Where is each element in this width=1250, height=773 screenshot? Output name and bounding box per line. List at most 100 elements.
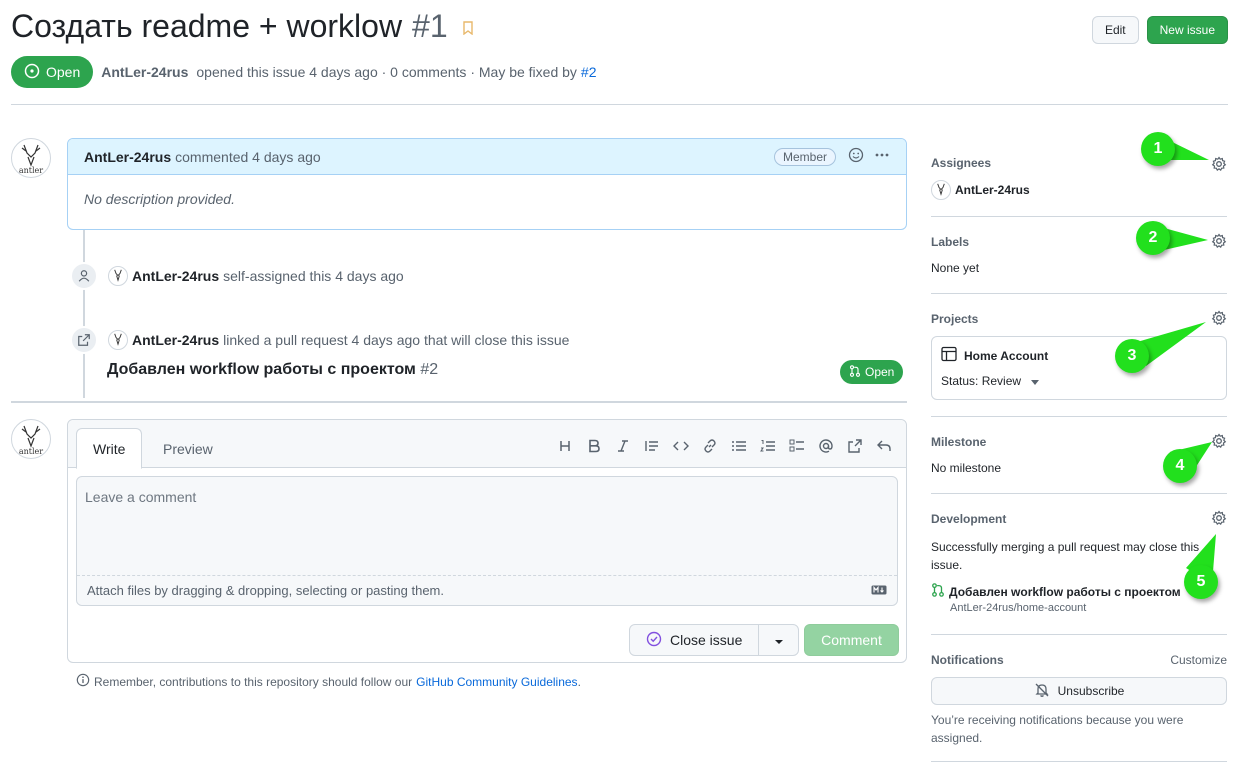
- bold-icon[interactable]: [585, 437, 602, 454]
- community-guidelines-link[interactable]: GitHub Community Guidelines: [416, 675, 577, 689]
- projects-title: Projects: [931, 312, 979, 326]
- issue-title-row: Создать readme + worklow #1: [11, 8, 474, 45]
- smiley-icon[interactable]: [848, 147, 864, 166]
- state-badge: Open: [11, 56, 94, 88]
- pr-open-badge: Open: [840, 360, 904, 384]
- event-author[interactable]: AntLer-24rus: [132, 268, 219, 284]
- avatar: [931, 180, 951, 200]
- timeline-assigned-event: AntLer-24rus self-assigned this 4 days a…: [70, 262, 404, 290]
- sidebar-divider: [931, 634, 1227, 635]
- pull-request-icon: [931, 583, 945, 600]
- sidebar-divider: [931, 761, 1227, 762]
- unsubscribe-label: Unsubscribe: [1057, 684, 1125, 698]
- new-issue-button[interactable]: New issue: [1146, 16, 1228, 44]
- project-status: Status: Review: [941, 374, 1022, 388]
- close-issue-dropdown[interactable]: [759, 632, 798, 648]
- contribution-notice-text: Remember, contributions to this reposito…: [94, 674, 413, 689]
- svg-text:antler: antler: [19, 166, 43, 175]
- sidebar-divider: [931, 293, 1227, 294]
- contribution-notice: Remember, contributions to this reposito…: [76, 673, 581, 690]
- task-list-icon[interactable]: [788, 437, 805, 454]
- milestone-gear-icon[interactable]: [1211, 433, 1227, 449]
- sidebar-divider: [931, 216, 1227, 217]
- issue-title: Создать readme + worklow #1: [11, 8, 448, 44]
- tab-preview[interactable]: Preview: [147, 428, 229, 469]
- projects-gear-icon[interactable]: [1211, 310, 1227, 326]
- heading-icon[interactable]: [556, 437, 573, 454]
- caret-down-icon: [1031, 374, 1040, 388]
- issue-meta: Open AntLer-24rus opened this issue 4 da…: [11, 56, 597, 88]
- notification-reason: You’re receiving notifications because y…: [931, 713, 1184, 745]
- header-divider: [11, 104, 1228, 105]
- assignees-title: Assignees: [931, 156, 992, 170]
- avatar[interactable]: [108, 266, 128, 286]
- attach-files-area[interactable]: Attach files by dragging & dropping, sel…: [77, 575, 897, 605]
- linked-pr-title[interactable]: Добавлен workflow работы с проектом #2: [107, 361, 438, 379]
- quote-icon[interactable]: [643, 437, 660, 454]
- reference-icon[interactable]: [846, 437, 863, 454]
- comment-placeholder: Leave a comment: [85, 489, 197, 505]
- comment-editor: Write Preview Leave a comment Attach fil…: [67, 419, 907, 663]
- member-badge: Member: [773, 147, 836, 166]
- linked-pr-number[interactable]: #2: [420, 361, 438, 378]
- close-issue-button[interactable]: Close issue: [630, 625, 760, 655]
- notice-period: .: [577, 674, 581, 689]
- issue-author[interactable]: AntLer-24rus: [101, 64, 188, 80]
- avatar[interactable]: [108, 330, 128, 350]
- comment-button[interactable]: Comment: [804, 624, 899, 656]
- bell-slash-icon: [1034, 682, 1050, 701]
- pull-request-icon: [849, 364, 861, 380]
- markdown-icon: [871, 583, 887, 598]
- comment-body: No description provided.: [84, 191, 235, 207]
- development-repo[interactable]: AntLer-24rus/home-account: [950, 602, 1246, 614]
- avatar[interactable]: antler: [11, 419, 51, 459]
- tab-write[interactable]: Write: [76, 428, 143, 469]
- issue-comment: AntLer-24rus commented 4 days ago Member…: [67, 138, 907, 230]
- caret-down-icon: [774, 632, 784, 648]
- assignee-name: AntLer-24rus: [955, 183, 1030, 197]
- assignees-gear-icon[interactable]: [1211, 156, 1227, 172]
- markdown-toolbar: [556, 437, 892, 454]
- link-icon[interactable]: [701, 437, 718, 454]
- italic-icon[interactable]: [614, 437, 631, 454]
- annotation-marker-5: 5: [1184, 565, 1218, 599]
- reply-icon[interactable]: [875, 437, 892, 454]
- fixed-by-link[interactable]: #2: [581, 64, 597, 80]
- development-pr[interactable]: Добавлен workflow работы с проектом: [931, 583, 1227, 600]
- edit-button[interactable]: Edit: [1091, 16, 1139, 44]
- avatar[interactable]: antler: [11, 138, 51, 178]
- development-text: Successfully merging a pull request may …: [931, 540, 1200, 572]
- comment-action: commented 4 days ago: [175, 148, 321, 165]
- annotation-marker-2: 2: [1136, 221, 1170, 255]
- comment-author[interactable]: AntLer-24rus: [84, 149, 171, 165]
- info-icon: [76, 673, 90, 690]
- event-author[interactable]: AntLer-24rus: [132, 332, 219, 348]
- sidebar-divider: [931, 416, 1227, 417]
- bookmark-icon[interactable]: [462, 21, 474, 38]
- header-actions: Edit New issue: [1091, 16, 1228, 44]
- assignee-item[interactable]: AntLer-24rus: [931, 180, 1227, 200]
- comment-textarea[interactable]: Leave a comment Attach files by dragging…: [76, 476, 898, 606]
- project-status-field[interactable]: Status: Review: [941, 374, 1040, 388]
- code-icon[interactable]: [672, 437, 689, 454]
- attach-files-text: Attach files by dragging & dropping, sel…: [87, 583, 444, 598]
- customize-link[interactable]: Customize: [931, 653, 1227, 667]
- kebab-menu-icon[interactable]: [874, 147, 890, 166]
- close-issue-button-group: Close issue: [629, 624, 799, 656]
- issue-number: #1: [412, 8, 448, 44]
- issue-opened-text: opened this issue 4 days ago · 0 comment…: [196, 64, 577, 80]
- development-gear-icon[interactable]: [1211, 510, 1227, 526]
- sidebar-divider: [931, 493, 1227, 494]
- project-name[interactable]: Home Account: [964, 349, 1048, 363]
- annotation-marker-4: 4: [1163, 449, 1197, 483]
- labels-gear-icon[interactable]: [1211, 233, 1227, 249]
- annotation-marker-3: 3: [1115, 339, 1149, 373]
- mention-icon[interactable]: [817, 437, 834, 454]
- comment-header: AntLer-24rus commented 4 days ago Member: [68, 139, 906, 175]
- unsubscribe-button[interactable]: Unsubscribe: [931, 677, 1227, 705]
- person-icon: [70, 262, 98, 290]
- issue-open-icon: [24, 63, 40, 82]
- project-card[interactable]: Home Account Status: Review: [931, 336, 1227, 400]
- ordered-list-icon[interactable]: [759, 437, 776, 454]
- unordered-list-icon[interactable]: [730, 437, 747, 454]
